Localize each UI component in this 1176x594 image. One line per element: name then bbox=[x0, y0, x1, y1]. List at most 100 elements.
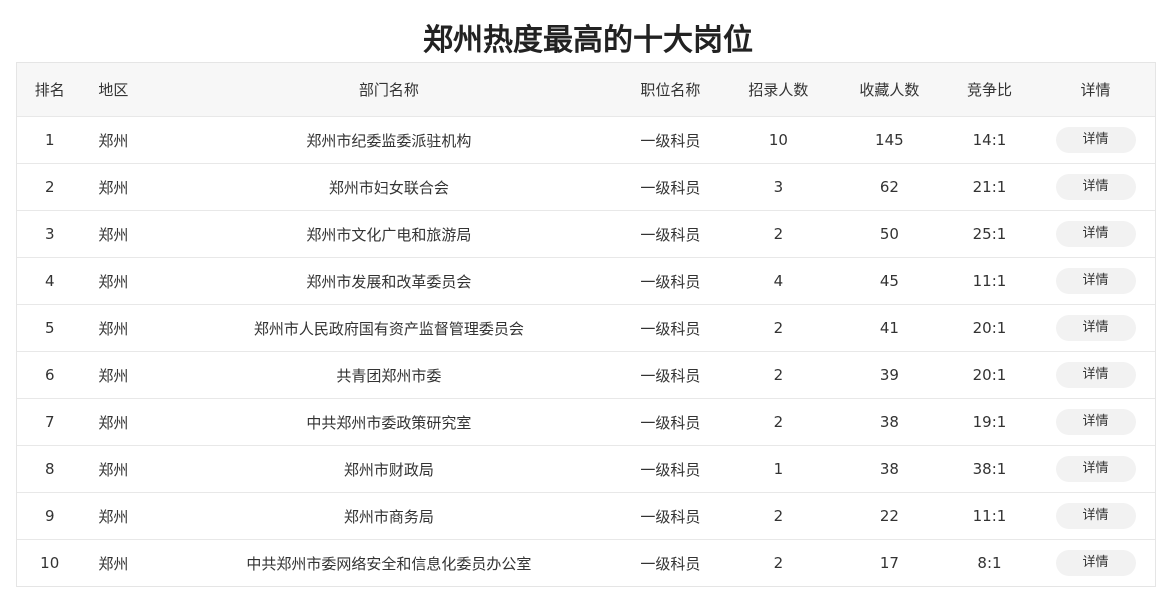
table-row: 7 郑州 中共郑州市委政策研究室 一级科员 2 38 19:1 详情 bbox=[17, 398, 1155, 445]
ratio-cell: 20:1 bbox=[972, 366, 1007, 384]
rank-cell: 5 bbox=[44, 319, 55, 337]
recruit-cell: 1 bbox=[773, 460, 784, 478]
header-fav: 收藏人数 bbox=[859, 81, 920, 99]
detail-cell: 详情 bbox=[1036, 503, 1155, 529]
fav-cell: 22 bbox=[879, 507, 899, 525]
fav-cell: 62 bbox=[879, 178, 899, 196]
fav-cell: 17 bbox=[879, 554, 899, 572]
detail-cell: 详情 bbox=[1036, 550, 1155, 576]
job-cell: 一级科员 bbox=[640, 366, 701, 385]
fav-cell: 41 bbox=[879, 319, 899, 337]
area-cell: 郑州 bbox=[98, 507, 129, 526]
detail-button[interactable]: 详情 bbox=[1055, 456, 1136, 482]
area-cell: 郑州 bbox=[98, 272, 129, 291]
job-cell: 一级科员 bbox=[640, 225, 701, 244]
detail-button[interactable]: 详情 bbox=[1055, 268, 1136, 294]
header-detail: 详情 bbox=[1080, 81, 1111, 99]
table-row: 3 郑州 郑州市文化广电和旅游局 一级科员 2 50 25:1 详情 bbox=[17, 210, 1155, 257]
dept-cell: 郑州市人民政府国有资产监督管理委员会 bbox=[253, 319, 524, 338]
recruit-cell: 3 bbox=[773, 178, 784, 196]
area-cell: 郑州 bbox=[98, 225, 129, 244]
ratio-cell: 14:1 bbox=[972, 131, 1007, 149]
table-row: 4 郑州 郑州市发展和改革委员会 一级科员 4 45 11:1 详情 bbox=[17, 257, 1155, 304]
area-cell: 郑州 bbox=[98, 413, 129, 432]
fav-cell: 45 bbox=[879, 272, 899, 290]
detail-cell: 详情 bbox=[1036, 456, 1155, 482]
job-cell: 一级科员 bbox=[640, 507, 701, 526]
detail-cell: 详情 bbox=[1036, 174, 1155, 200]
rank-cell: 8 bbox=[44, 460, 55, 478]
rank-cell: 3 bbox=[44, 225, 55, 243]
detail-cell: 详情 bbox=[1036, 315, 1155, 341]
ratio-cell: 8:1 bbox=[977, 554, 1002, 572]
recruit-cell: 2 bbox=[773, 507, 784, 525]
table-row: 2 郑州 郑州市妇女联合会 一级科员 3 62 21:1 详情 bbox=[17, 163, 1155, 210]
header-recruit: 招录人数 bbox=[748, 81, 809, 99]
ratio-cell: 38:1 bbox=[972, 460, 1007, 478]
table-row: 8 郑州 郑州市财政局 一级科员 1 38 38:1 详情 bbox=[17, 445, 1155, 492]
recruit-cell: 2 bbox=[773, 225, 784, 243]
ratio-cell: 21:1 bbox=[972, 178, 1007, 196]
detail-cell: 详情 bbox=[1036, 127, 1155, 153]
area-cell: 郑州 bbox=[98, 131, 129, 150]
header-dept: 部门名称 bbox=[358, 81, 419, 99]
job-cell: 一级科员 bbox=[640, 319, 701, 338]
table-row: 9 郑州 郑州市商务局 一级科员 2 22 11:1 详情 bbox=[17, 492, 1155, 539]
positions-table: 排名 地区 部门名称 职位名称 招录人数 收藏人数 竞争比 详情 1 郑州 郑州… bbox=[16, 62, 1156, 587]
dept-cell: 共青团郑州市委 bbox=[336, 366, 442, 385]
fav-cell: 145 bbox=[875, 131, 904, 149]
detail-button[interactable]: 详情 bbox=[1055, 221, 1136, 247]
ratio-cell: 11:1 bbox=[972, 272, 1007, 290]
header-area: 地区 bbox=[98, 81, 129, 99]
rank-cell: 10 bbox=[40, 554, 60, 572]
dept-cell: 郑州市妇女联合会 bbox=[328, 178, 449, 197]
rank-cell: 4 bbox=[44, 272, 55, 290]
table-header-row: 排名 地区 部门名称 职位名称 招录人数 收藏人数 竞争比 详情 bbox=[17, 63, 1155, 116]
page-title: 郑州热度最高的十大岗位 bbox=[423, 23, 753, 58]
detail-button[interactable]: 详情 bbox=[1055, 503, 1136, 529]
detail-button[interactable]: 详情 bbox=[1055, 409, 1136, 435]
detail-button[interactable]: 详情 bbox=[1055, 127, 1136, 153]
rank-cell: 7 bbox=[44, 413, 55, 431]
job-cell: 一级科员 bbox=[640, 131, 701, 150]
fav-cell: 38 bbox=[879, 413, 899, 431]
detail-cell: 详情 bbox=[1036, 268, 1155, 294]
detail-button[interactable]: 详情 bbox=[1055, 174, 1136, 200]
job-cell: 一级科员 bbox=[640, 460, 701, 479]
header-job: 职位名称 bbox=[640, 81, 701, 99]
detail-button[interactable]: 详情 bbox=[1055, 362, 1136, 388]
table-row: 5 郑州 郑州市人民政府国有资产监督管理委员会 一级科员 2 41 20:1 详… bbox=[17, 304, 1155, 351]
table-row: 10 郑州 中共郑州市委网络安全和信息化委员办公室 一级科员 2 17 8:1 … bbox=[17, 539, 1155, 586]
recruit-cell: 4 bbox=[773, 272, 784, 290]
recruit-cell: 10 bbox=[768, 131, 788, 149]
dept-cell: 郑州市纪委监委派驻机构 bbox=[306, 131, 472, 150]
area-cell: 郑州 bbox=[98, 319, 129, 338]
detail-button[interactable]: 详情 bbox=[1055, 550, 1136, 576]
dept-cell: 中共郑州市委网络安全和信息化委员办公室 bbox=[246, 554, 532, 573]
dept-cell: 郑州市文化广电和旅游局 bbox=[306, 225, 472, 244]
header-rank: 排名 bbox=[34, 81, 65, 99]
job-cell: 一级科员 bbox=[640, 554, 701, 573]
table-row: 6 郑州 共青团郑州市委 一级科员 2 39 20:1 详情 bbox=[17, 351, 1155, 398]
detail-cell: 详情 bbox=[1036, 362, 1155, 388]
area-cell: 郑州 bbox=[98, 366, 129, 385]
detail-button[interactable]: 详情 bbox=[1055, 315, 1136, 341]
recruit-cell: 2 bbox=[773, 413, 784, 431]
detail-cell: 详情 bbox=[1036, 221, 1155, 247]
area-cell: 郑州 bbox=[98, 178, 129, 197]
fav-cell: 38 bbox=[879, 460, 899, 478]
recruit-cell: 2 bbox=[773, 319, 784, 337]
fav-cell: 39 bbox=[879, 366, 899, 384]
area-cell: 郑州 bbox=[98, 460, 129, 479]
area-cell: 郑州 bbox=[98, 554, 129, 573]
job-cell: 一级科员 bbox=[640, 178, 701, 197]
recruit-cell: 2 bbox=[773, 366, 784, 384]
ratio-cell: 25:1 bbox=[972, 225, 1007, 243]
fav-cell: 50 bbox=[879, 225, 899, 243]
table-row: 1 郑州 郑州市纪委监委派驻机构 一级科员 10 145 14:1 详情 bbox=[17, 116, 1155, 163]
ratio-cell: 19:1 bbox=[972, 413, 1007, 431]
ratio-cell: 11:1 bbox=[972, 507, 1007, 525]
ratio-cell: 20:1 bbox=[972, 319, 1007, 337]
job-cell: 一级科员 bbox=[640, 272, 701, 291]
rank-cell: 6 bbox=[44, 366, 55, 384]
